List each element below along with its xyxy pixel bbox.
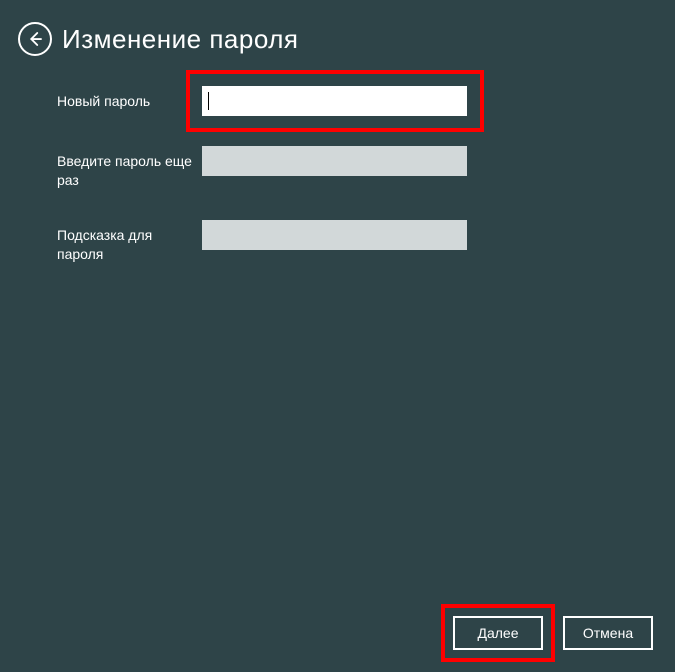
repeat-password-input-wrap	[202, 146, 467, 176]
repeat-password-row: Введите пароль еще раз	[57, 146, 675, 190]
password-hint-label: Подсказка для пароля	[57, 220, 202, 264]
password-hint-input[interactable]	[202, 220, 467, 250]
header: Изменение пароля	[0, 0, 675, 56]
new-password-input[interactable]	[202, 86, 467, 116]
text-caret	[208, 92, 209, 110]
back-button[interactable]	[18, 22, 52, 56]
password-form: Новый пароль Введите пароль еще раз Подс…	[0, 56, 675, 264]
arrow-left-icon	[26, 30, 44, 48]
next-button[interactable]: Далее	[453, 616, 543, 650]
cancel-button[interactable]: Отмена	[563, 616, 653, 650]
new-password-input-wrap	[202, 86, 467, 116]
repeat-password-input[interactable]	[202, 146, 467, 176]
password-hint-row: Подсказка для пароля	[57, 220, 675, 264]
next-button-wrap: Далее	[453, 616, 543, 650]
repeat-password-label: Введите пароль еще раз	[57, 146, 202, 190]
footer-buttons: Далее Отмена	[453, 616, 653, 650]
password-hint-input-wrap	[202, 220, 467, 250]
new-password-label: Новый пароль	[57, 86, 202, 111]
new-password-row: Новый пароль	[57, 86, 675, 116]
page-title: Изменение пароля	[62, 24, 298, 55]
